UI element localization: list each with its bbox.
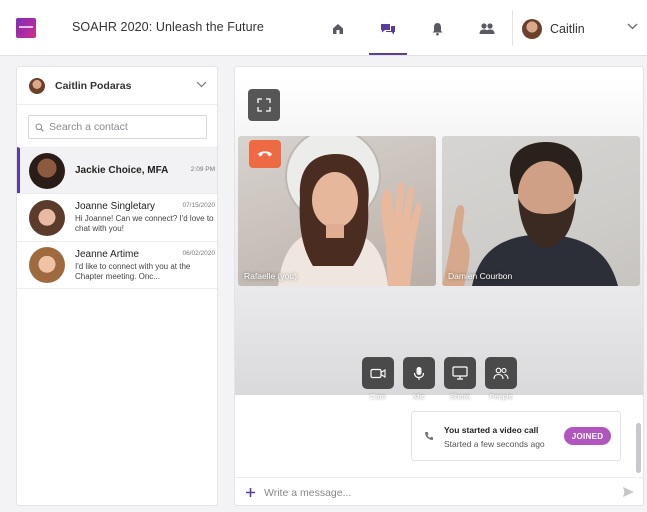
participant-video — [442, 142, 618, 286]
video-call-area: Rafaelle (you) Damien Courbon Cam Mic Sh… — [235, 79, 643, 401]
contact-item[interactable]: Joanne Singletary 07/15/2020 Hi Joanne! … — [17, 193, 217, 241]
account-switcher[interactable]: Caitlin Podaras — [17, 67, 217, 105]
video-tile-self: Rafaelle (you) — [238, 136, 436, 286]
camera-button[interactable] — [362, 357, 394, 389]
contact-item[interactable]: Jeanne Artime 06/02/2020 I'd like to con… — [17, 241, 217, 289]
avatar — [29, 77, 45, 94]
share-toggle[interactable]: Share — [443, 357, 477, 401]
send-icon[interactable] — [622, 486, 635, 498]
contact-body: Joanne Singletary 07/15/2020 Hi Joanne! … — [75, 201, 215, 234]
contact-avatar — [29, 247, 65, 283]
contact-body: Jackie Choice, MFA 2:09 PM — [75, 165, 215, 176]
mic-toggle[interactable]: Mic — [402, 357, 436, 401]
camera-toggle[interactable]: Cam — [361, 357, 395, 401]
chevron-down-icon — [627, 23, 638, 30]
nav-home[interactable] — [327, 18, 349, 40]
conversation-panel: Rafaelle (you) Damien Courbon Cam Mic Sh… — [234, 66, 644, 506]
avatar — [522, 19, 542, 39]
end-call-button[interactable] — [249, 140, 281, 168]
nav-chat[interactable] — [369, 18, 407, 55]
expand-icon — [257, 98, 271, 112]
search-icon — [35, 123, 44, 132]
video-tile-remote: Damien Courbon — [442, 136, 640, 286]
contact-body: Jeanne Artime 06/02/2020 I'd like to con… — [75, 249, 215, 282]
app-title: SOAHR 2020: Unleash the Future — [72, 20, 264, 34]
share-button[interactable] — [444, 357, 476, 389]
control-label: Share — [449, 392, 470, 401]
fullscreen-button[interactable] — [248, 89, 280, 121]
scrollbar[interactable] — [636, 423, 641, 473]
message-title: You started a video call — [444, 425, 539, 435]
top-bar: SOAHR 2020: Unleash the Future Caitlin — [0, 0, 647, 56]
nav-notifications[interactable] — [426, 18, 448, 40]
control-label: Mic — [413, 392, 425, 401]
message-subtitle: Started a few seconds ago — [444, 439, 545, 449]
contact-avatar — [29, 199, 65, 236]
contact-preview: I'd like to connect with you at the Chap… — [75, 261, 191, 281]
participant-name: Rafaelle (you) — [244, 271, 297, 281]
contact-time: 06/02/2020 — [182, 249, 215, 257]
status-badge: JOINED — [564, 427, 611, 445]
contact-preview: Hi Joanne! Can we connect? I'd love to c… — [75, 214, 214, 233]
people-toggle[interactable]: People — [484, 357, 518, 401]
plus-icon[interactable] — [245, 487, 256, 498]
nav-divider — [512, 10, 513, 46]
mic-button[interactable] — [403, 357, 435, 389]
event-logo[interactable] — [16, 18, 36, 38]
contact-time: 2:09 PM — [190, 166, 215, 173]
chevron-down-icon — [196, 81, 207, 88]
contact-time: 07/15/2020 — [182, 202, 215, 209]
control-label: People — [489, 392, 513, 401]
phone-icon — [425, 432, 433, 440]
home-icon — [333, 24, 343, 34]
people-icon — [479, 23, 495, 34]
contact-avatar — [29, 152, 65, 189]
message-composer — [235, 477, 643, 505]
camera-icon — [370, 368, 386, 378]
phone-hangup-icon — [258, 151, 272, 157]
participant-name: Damien Courbon — [448, 271, 513, 281]
call-status-message: You started a video call Started a few s… — [411, 411, 621, 461]
call-controls: Cam Mic Share People — [361, 357, 525, 401]
microphone-icon — [413, 366, 425, 380]
contact-item[interactable]: Jackie Choice, MFA 2:09 PM — [17, 147, 217, 193]
chat-icon — [381, 24, 395, 35]
search-box — [28, 115, 207, 139]
contacts-panel: Caitlin Podaras Jackie Choice, MFA 2:09 … — [16, 66, 218, 506]
user-name: Caitlin — [550, 22, 585, 36]
user-menu[interactable]: Caitlin — [520, 14, 640, 44]
people-button[interactable] — [485, 357, 517, 389]
account-name: Caitlin Podaras — [55, 79, 132, 92]
message-input[interactable] — [264, 486, 594, 499]
screen-share-icon — [452, 366, 468, 380]
participants-icon — [493, 367, 509, 379]
bell-icon — [432, 23, 442, 36]
nav-people[interactable] — [476, 18, 498, 40]
control-label: Cam — [370, 392, 386, 401]
search-input[interactable] — [49, 121, 199, 133]
